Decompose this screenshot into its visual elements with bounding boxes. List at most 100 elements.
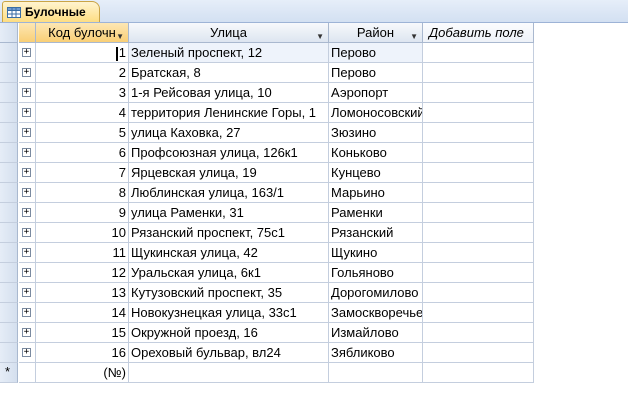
cell-id[interactable]: 2: [36, 63, 129, 83]
subdatasheet-expander[interactable]: +: [19, 223, 36, 243]
cell-id[interactable]: 14: [36, 303, 129, 323]
expand-plus-icon[interactable]: +: [22, 328, 31, 337]
row-selector[interactable]: [0, 263, 18, 283]
row-selector[interactable]: [0, 303, 18, 323]
subdatasheet-expander[interactable]: +: [19, 243, 36, 263]
cell-id[interactable]: 8: [36, 183, 129, 203]
cell-add-field[interactable]: [423, 83, 534, 103]
cell-district[interactable]: Зябликово: [329, 343, 423, 363]
subdatasheet-expander[interactable]: +: [19, 343, 36, 363]
cell-district[interactable]: Зюзино: [329, 123, 423, 143]
table-row[interactable]: +13 Кутузовский проспект, 35 Дорогомилово: [0, 283, 534, 303]
cell-street[interactable]: Новокузнецкая улица, 33с1: [129, 303, 329, 323]
row-selector[interactable]: [0, 323, 18, 343]
expand-plus-icon[interactable]: +: [22, 188, 31, 197]
subdatasheet-expander[interactable]: +: [19, 163, 36, 183]
cell-id[interactable]: 10: [36, 223, 129, 243]
expand-plus-icon[interactable]: +: [22, 148, 31, 157]
table-row[interactable]: +16 Ореховый бульвар, вл24 Зябликово: [0, 343, 534, 363]
expand-plus-icon[interactable]: +: [22, 168, 31, 177]
row-selector[interactable]: [0, 243, 18, 263]
new-record-add-field[interactable]: [423, 363, 534, 383]
expand-plus-icon[interactable]: +: [22, 88, 31, 97]
cell-district[interactable]: Дорогомилово: [329, 283, 423, 303]
cell-district[interactable]: Перово: [329, 43, 423, 63]
cell-add-field[interactable]: [423, 63, 534, 83]
row-selector[interactable]: [0, 83, 18, 103]
subdatasheet-expander[interactable]: +: [19, 63, 36, 83]
cell-street[interactable]: Люблинская улица, 163/1: [129, 183, 329, 203]
column-header-street[interactable]: Улица ▼: [129, 23, 329, 43]
expand-plus-icon[interactable]: +: [22, 308, 31, 317]
expand-plus-icon[interactable]: +: [22, 108, 31, 117]
dropdown-arrow-icon[interactable]: ▼: [316, 27, 324, 42]
subdatasheet-expander[interactable]: +: [19, 323, 36, 343]
select-all-corner[interactable]: [0, 23, 18, 43]
subdatasheet-expander[interactable]: +: [19, 83, 36, 103]
cell-district[interactable]: Раменки: [329, 203, 423, 223]
cell-district[interactable]: Щукино: [329, 243, 423, 263]
cell-street[interactable]: 1-я Рейсовая улица, 10: [129, 83, 329, 103]
cell-id[interactable]: 13: [36, 283, 129, 303]
new-record-selector[interactable]: *: [0, 363, 18, 383]
cell-district[interactable]: Рязанский: [329, 223, 423, 243]
column-header-district[interactable]: Район ▼: [329, 23, 423, 43]
cell-add-field[interactable]: [423, 303, 534, 323]
row-selector[interactable]: [0, 283, 18, 303]
cell-add-field[interactable]: [423, 163, 534, 183]
cell-id[interactable]: 11: [36, 243, 129, 263]
cell-street[interactable]: Зеленый проспект, 12: [129, 43, 329, 63]
table-row[interactable]: +11 Щукинская улица, 42 Щукино: [0, 243, 534, 263]
subdatasheet-expander[interactable]: +: [19, 103, 36, 123]
cell-street[interactable]: улица Раменки, 31: [129, 203, 329, 223]
table-row[interactable]: +12 Уральская улица, 6к1 Гольяново: [0, 263, 534, 283]
row-selector[interactable]: [0, 183, 18, 203]
expand-plus-icon[interactable]: +: [22, 248, 31, 257]
column-header-id[interactable]: Код булочн ▼: [36, 23, 129, 43]
cell-add-field[interactable]: [423, 143, 534, 163]
cell-id[interactable]: 12: [36, 263, 129, 283]
cell-street[interactable]: территория Ленинские Горы, 1: [129, 103, 329, 123]
cell-add-field[interactable]: [423, 223, 534, 243]
row-selector[interactable]: [0, 203, 18, 223]
expand-plus-icon[interactable]: +: [22, 228, 31, 237]
row-selector[interactable]: [0, 343, 18, 363]
dropdown-arrow-icon[interactable]: ▼: [410, 27, 418, 42]
expand-plus-icon[interactable]: +: [22, 128, 31, 137]
row-selector[interactable]: [0, 223, 18, 243]
cell-add-field[interactable]: [423, 243, 534, 263]
cell-id[interactable]: 5: [36, 123, 129, 143]
cell-street[interactable]: Щукинская улица, 42: [129, 243, 329, 263]
new-record-district[interactable]: [329, 363, 423, 383]
cell-district[interactable]: Измайлово: [329, 323, 423, 343]
cell-street[interactable]: Кутузовский проспект, 35: [129, 283, 329, 303]
cell-add-field[interactable]: [423, 103, 534, 123]
row-selector[interactable]: [0, 63, 18, 83]
subdatasheet-expander[interactable]: +: [19, 43, 36, 63]
table-row[interactable]: +9 улица Раменки, 31 Раменки: [0, 203, 534, 223]
table-row[interactable]: +3 1-я Рейсовая улица, 10 Аэропорт: [0, 83, 534, 103]
cell-street[interactable]: Профсоюзная улица, 126к1: [129, 143, 329, 163]
cell-street[interactable]: Братская, 8: [129, 63, 329, 83]
row-selector[interactable]: [0, 143, 18, 163]
subdatasheet-expander[interactable]: +: [19, 283, 36, 303]
cell-district[interactable]: Марьино: [329, 183, 423, 203]
table-row[interactable]: +1 Зеленый проспект, 12 Перово: [0, 43, 534, 63]
add-field-header[interactable]: Добавить поле: [423, 23, 534, 43]
cell-street[interactable]: Ярцевская улица, 19: [129, 163, 329, 183]
cell-id[interactable]: 3: [36, 83, 129, 103]
table-row[interactable]: +6 Профсоюзная улица, 126к1 Коньково: [0, 143, 534, 163]
cell-add-field[interactable]: [423, 203, 534, 223]
expand-plus-icon[interactable]: +: [22, 268, 31, 277]
table-row[interactable]: +14 Новокузнецкая улица, 33с1 Замоскворечь…: [0, 303, 534, 323]
cell-id[interactable]: 15: [36, 323, 129, 343]
subdatasheet-expander[interactable]: +: [19, 143, 36, 163]
cell-add-field[interactable]: [423, 183, 534, 203]
row-selector[interactable]: [0, 43, 18, 63]
row-selector[interactable]: [0, 123, 18, 143]
dropdown-arrow-icon[interactable]: ▼: [116, 27, 124, 42]
cell-add-field[interactable]: [423, 263, 534, 283]
cell-street[interactable]: улица Каховка, 27: [129, 123, 329, 143]
cell-district[interactable]: Коньково: [329, 143, 423, 163]
new-record-row[interactable]: * (№): [0, 363, 534, 383]
